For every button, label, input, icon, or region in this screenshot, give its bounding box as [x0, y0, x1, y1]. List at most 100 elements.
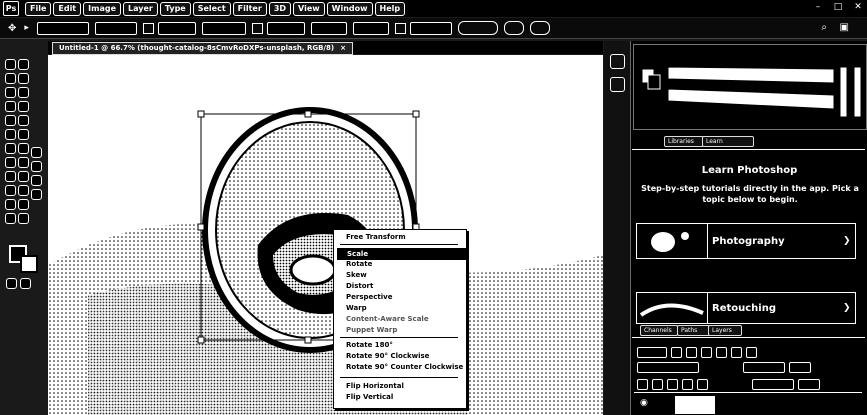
height-field[interactable]	[201, 21, 246, 35]
filter-toggle-icon[interactable]	[746, 347, 757, 358]
skew-v-field[interactable]	[352, 21, 389, 35]
interpolation-select[interactable]	[409, 21, 452, 35]
panel-scrollbar[interactable]	[853, 66, 862, 118]
edit-toolbar-tool[interactable]	[18, 171, 29, 182]
tab-paths[interactable]: Paths	[677, 325, 711, 336]
document-canvas[interactable]	[48, 55, 603, 415]
angle-field[interactable]	[266, 21, 305, 35]
extra-tool-6[interactable]	[31, 175, 42, 186]
arrange-icon[interactable]: ▣	[840, 22, 849, 33]
zoom-tool[interactable]	[18, 157, 29, 168]
lock-icon[interactable]	[637, 379, 648, 390]
clone-stamp-tool[interactable]	[5, 171, 16, 182]
menu-view[interactable]: View	[293, 1, 325, 16]
screen-mode-icon[interactable]	[20, 278, 31, 289]
gradient-tool[interactable]	[5, 213, 16, 224]
shape-tool[interactable]	[18, 129, 29, 140]
document-tab[interactable]: Untitled-1 @ 66.7% (thought-catalog-8sCm…	[52, 42, 353, 55]
learn-panel-icon[interactable]	[610, 54, 625, 69]
shape-filter-icon[interactable]	[716, 347, 727, 358]
dodge-tool[interactable]	[18, 73, 29, 84]
close-tab-icon[interactable]: ×	[340, 44, 346, 52]
commit-transform-button[interactable]	[529, 21, 550, 35]
fill-slider[interactable]	[798, 379, 820, 390]
maintain-aspect-icon[interactable]	[251, 22, 263, 34]
tab-learn[interactable]: Learn	[702, 136, 754, 147]
background-color-swatch[interactable]	[20, 255, 38, 273]
extra-tool-5[interactable]	[31, 161, 42, 172]
history-brush-tool[interactable]	[5, 185, 16, 196]
menu-file[interactable]: File	[25, 1, 52, 16]
menu-window[interactable]: Window	[326, 1, 373, 16]
crop-tool[interactable]	[5, 115, 16, 126]
transform-handle[interactable]	[304, 110, 312, 118]
menu-rotate-90-ccw[interactable]: Rotate 90° Counter Clockwise	[346, 362, 463, 372]
menu-content-aware-scale[interactable]: Content-Aware Scale	[346, 314, 429, 324]
menu-rotate-180[interactable]: Rotate 180°	[346, 340, 393, 350]
link-icon[interactable]	[142, 22, 154, 34]
fill-field[interactable]	[752, 379, 794, 390]
maximize-icon[interactable]: □	[833, 2, 843, 12]
lock-position-icon[interactable]	[667, 379, 678, 390]
transform-handle[interactable]	[197, 223, 205, 231]
path-select-tool[interactable]	[18, 115, 29, 126]
extra-tool-2[interactable]	[18, 199, 29, 210]
chevron-down-icon[interactable]: ▸	[24, 23, 29, 33]
lasso-tool[interactable]	[5, 87, 16, 98]
quick-select-tool[interactable]	[5, 101, 16, 112]
layer-row[interactable]: ◉	[634, 392, 862, 415]
search-icon[interactable]: ⌕	[821, 22, 827, 33]
menu-skew[interactable]: Skew	[346, 270, 367, 280]
menu-flip-vertical[interactable]: Flip Vertical	[346, 392, 393, 402]
interpolation-icon[interactable]	[394, 22, 406, 34]
hand-tool[interactable]	[18, 143, 29, 154]
type-filter-icon[interactable]	[701, 347, 712, 358]
tab-libraries[interactable]: Libraries	[664, 136, 704, 147]
background-color-icon[interactable]	[647, 74, 661, 90]
menu-image[interactable]: Image	[83, 1, 122, 16]
menu-puppet-warp[interactable]: Puppet Warp	[346, 325, 397, 335]
type-tool[interactable]	[18, 101, 29, 112]
lock-pixels-icon[interactable]	[652, 379, 663, 390]
transform-handle[interactable]	[197, 336, 205, 344]
layer-kind-filter[interactable]	[637, 347, 667, 358]
minimize-icon[interactable]: –	[813, 2, 823, 12]
menu-layer[interactable]: Layer	[123, 1, 158, 16]
libraries-panel-icon[interactable]	[610, 77, 625, 92]
menu-flip-horizontal[interactable]: Flip Horizontal	[346, 381, 404, 391]
extra-tool-7[interactable]	[31, 189, 42, 200]
opacity-field[interactable]	[743, 362, 785, 373]
skew-h-field[interactable]	[310, 21, 347, 35]
transform-handle[interactable]	[197, 110, 205, 118]
hue-slider[interactable]	[839, 66, 848, 118]
menu-rotate-90-cw[interactable]: Rotate 90° Clockwise	[346, 351, 429, 361]
extra-tool-3[interactable]	[18, 213, 29, 224]
width-field[interactable]	[157, 21, 196, 35]
menu-rotate[interactable]: Rotate	[346, 259, 372, 269]
menu-filter[interactable]: Filter	[232, 1, 267, 16]
blur-tool[interactable]	[18, 59, 29, 70]
transform-handle[interactable]	[304, 336, 312, 344]
healing-tool[interactable]	[5, 143, 16, 154]
transform-handle[interactable]	[412, 110, 420, 118]
pixel-filter-icon[interactable]	[671, 347, 682, 358]
x-field[interactable]	[94, 21, 137, 35]
menu-select[interactable]: Select	[192, 1, 231, 16]
marquee-tool[interactable]	[5, 73, 16, 84]
smart-object-filter-icon[interactable]	[731, 347, 742, 358]
move-tool-icon[interactable]: ✥	[8, 23, 16, 34]
extra-tool[interactable]	[18, 185, 29, 196]
eyedropper-tool[interactable]	[5, 129, 16, 140]
quick-mask-icon[interactable]	[6, 278, 17, 289]
menu-warp[interactable]: Warp	[346, 303, 367, 313]
menu-help[interactable]: Help	[374, 1, 406, 16]
cancel-transform-button[interactable]	[503, 21, 524, 35]
menu-perspective[interactable]: Perspective	[346, 292, 392, 302]
opacity-slider[interactable]	[789, 362, 811, 373]
extra-tool-4[interactable]	[31, 147, 42, 158]
menu-edit[interactable]: Edit	[53, 1, 82, 16]
adjustment-filter-icon[interactable]	[686, 347, 697, 358]
warp-button[interactable]	[457, 21, 498, 35]
close-icon[interactable]: ✕	[853, 2, 863, 12]
tab-channels[interactable]: Channels	[640, 325, 678, 336]
